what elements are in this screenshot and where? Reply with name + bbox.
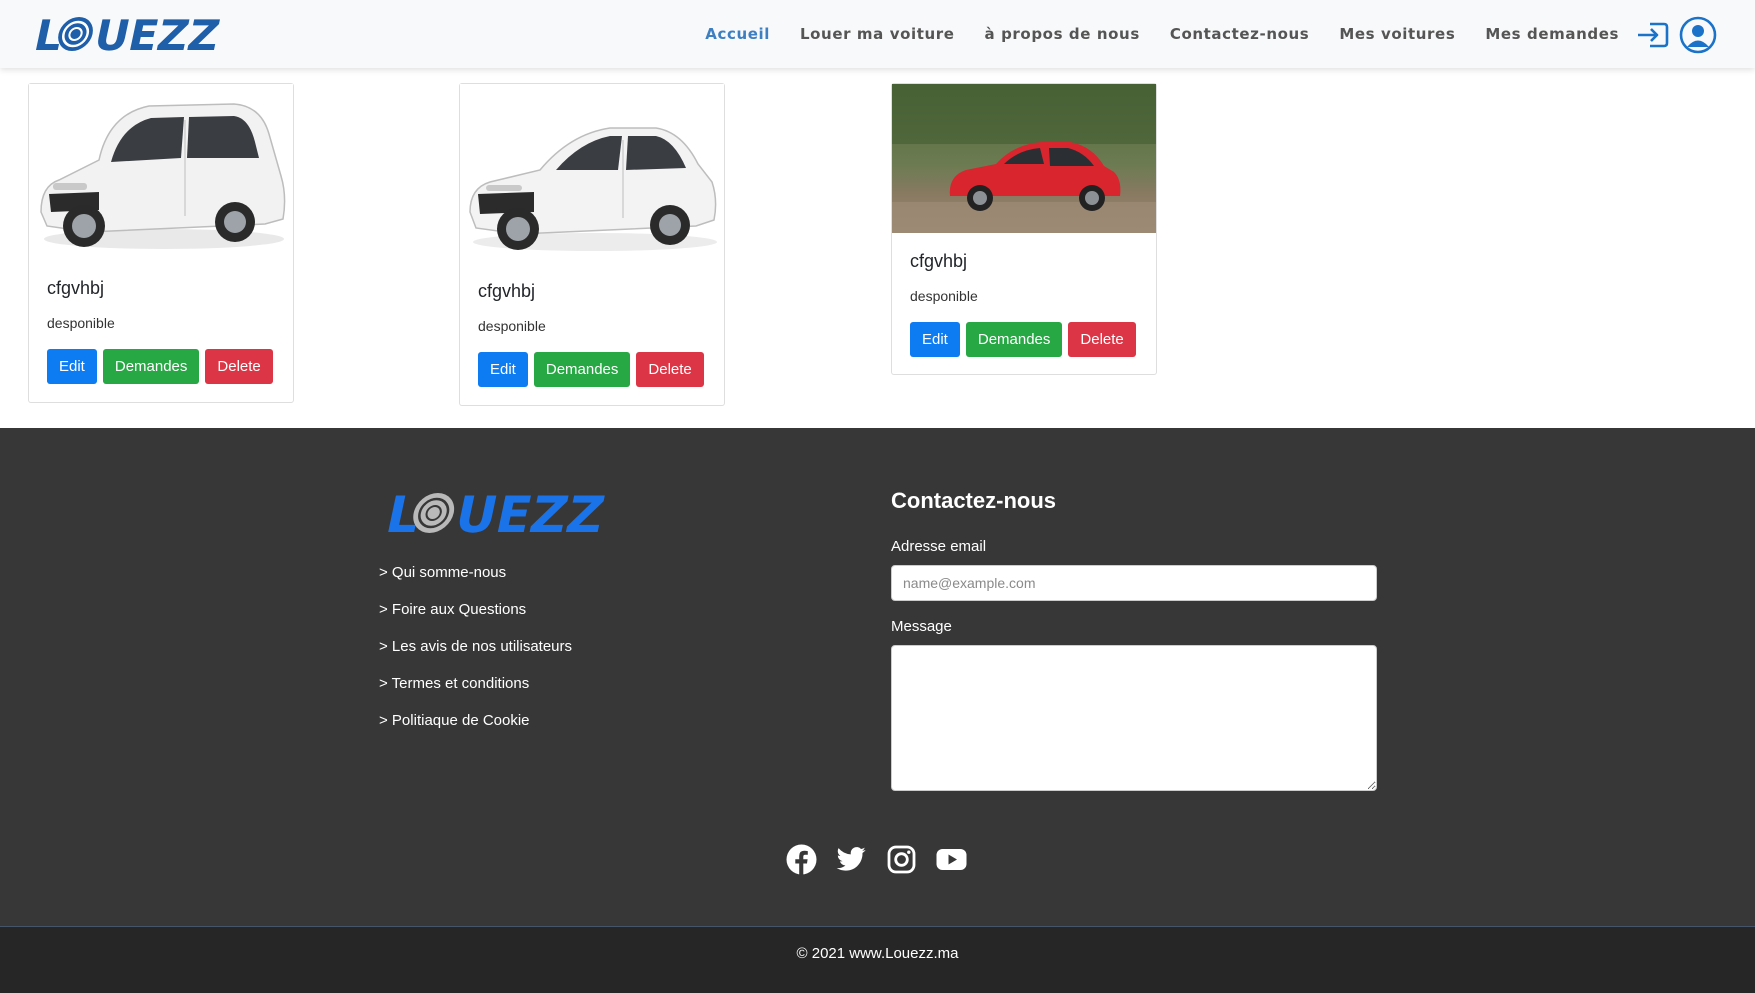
car-title: cfgvhbj [910, 251, 968, 271]
car-card: cfgvhbj desponible Edit Demandes Delete [28, 83, 294, 403]
youtube-icon[interactable] [936, 844, 967, 875]
navbar: L UEZZ Accueil Louer ma voiture à propos… [0, 0, 1755, 68]
footer-link-faq[interactable]: > Foire aux Questions [379, 601, 572, 638]
footer: L UEZZ > Qui somme-nous > Foire aux Ques… [0, 428, 1755, 926]
demandes-button[interactable]: Demandes [102, 349, 200, 384]
car-status: desponible [910, 288, 978, 304]
edit-button[interactable]: Edit [478, 352, 528, 387]
user-icon[interactable] [1679, 16, 1717, 54]
footer-logo[interactable]: L UEZZ [381, 488, 605, 538]
car-image-white-minivan [29, 84, 293, 262]
email-field[interactable] [891, 565, 1377, 601]
delete-button[interactable]: Delete [636, 352, 704, 387]
car-status: desponible [47, 315, 115, 331]
car-illustration [892, 84, 1156, 233]
car-illustration [29, 84, 293, 262]
contact-title: Contactez-nous [891, 488, 1056, 513]
login-icon[interactable] [1634, 16, 1672, 54]
car-image-red-hatchback [892, 84, 1156, 233]
card-actions: Edit Demandes Delete [478, 352, 704, 387]
footer-link-cookie[interactable]: > Politiaque de Cookie [379, 712, 572, 749]
nav-louer-ma-voiture[interactable]: Louer ma voiture [800, 25, 955, 43]
nav-contactez-nous[interactable]: Contactez-nous [1170, 25, 1309, 43]
edit-button[interactable]: Edit [47, 349, 97, 384]
brand-logo[interactable]: L UEZZ [30, 13, 222, 55]
delete-button[interactable]: Delete [1068, 322, 1136, 357]
car-illustration [460, 84, 724, 265]
footer-link-qui-somme-nous[interactable]: > Qui somme-nous [379, 564, 572, 601]
car-card: cfgvhbj desponible Edit Demandes Delete [459, 83, 725, 406]
copyright-text: © 2021 www.Louezz.ma [796, 945, 959, 962]
social-links [786, 844, 967, 875]
car-title: cfgvhbj [47, 278, 105, 298]
nav-mes-voitures[interactable]: Mes voitures [1339, 25, 1455, 43]
twitter-icon[interactable] [836, 844, 867, 875]
bottom-bar: © 2021 www.Louezz.ma [0, 926, 1755, 993]
car-card: cfgvhbj desponible Edit Demandes Delete [891, 83, 1157, 375]
nav-mes-demandes[interactable]: Mes demandes [1485, 25, 1619, 43]
footer-link-avis[interactable]: > Les avis de nos utilisateurs [379, 638, 572, 675]
car-title: cfgvhbj [478, 281, 536, 301]
footer-links: > Qui somme-nous > Foire aux Questions >… [379, 564, 572, 749]
facebook-icon[interactable] [786, 844, 817, 875]
svg-text:UEZZ: UEZZ [450, 488, 605, 538]
footer-link-termes[interactable]: > Termes et conditions [379, 675, 572, 712]
demandes-button[interactable]: Demandes [965, 322, 1063, 357]
svg-text:UEZZ: UEZZ [90, 13, 222, 55]
delete-button[interactable]: Delete [205, 349, 273, 384]
car-status: desponible [478, 318, 546, 334]
nav-accueil[interactable]: Accueil [705, 25, 770, 43]
card-actions: Edit Demandes Delete [910, 322, 1136, 357]
nav-menu: Accueil Louer ma voiture à propos de nou… [675, 0, 1619, 68]
email-label: Adresse email [891, 538, 987, 555]
demandes-button[interactable]: Demandes [533, 352, 631, 387]
instagram-icon[interactable] [886, 844, 917, 875]
nav-a-propos[interactable]: à propos de nous [985, 25, 1140, 43]
car-image-white-sedan [460, 84, 724, 265]
card-actions: Edit Demandes Delete [47, 349, 273, 384]
edit-button[interactable]: Edit [910, 322, 960, 357]
message-textarea[interactable] [891, 645, 1377, 791]
message-label: Message [891, 618, 952, 635]
